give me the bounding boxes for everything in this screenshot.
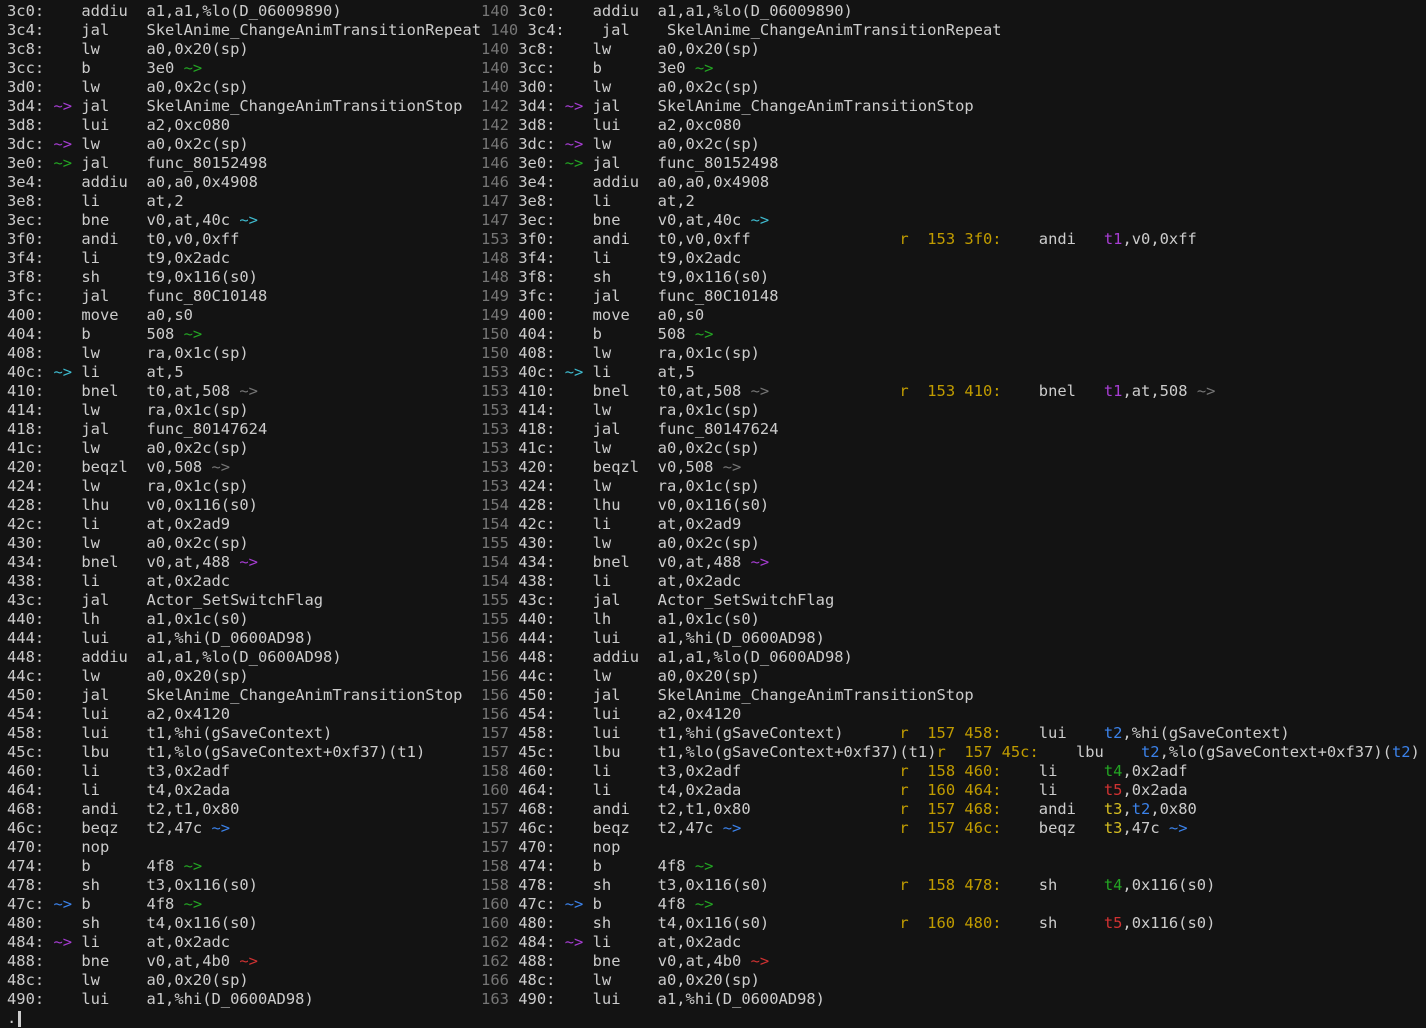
asm-diff-rows: 3c0: addiu a1,a1,%lo(D_06009890) 140 3c0… (7, 2, 1426, 1009)
asm-row: 448: addiu a1,a1,%lo(D_0600AD98) 156 448… (7, 648, 1426, 667)
asm-row: 45c: lbu t1,%lo(gSaveContext+0xf37)(t1) … (7, 743, 1426, 762)
asm-row: 488: bne v0,at,4b0 ~> 162 488: bne v0,at… (7, 952, 1426, 971)
asm-row: 430: lw a0,0x2c(sp) 155 430: lw a0,0x2c(… (7, 534, 1426, 553)
asm-row: 410: bnel t0,at,508 ~> 153 410: bnel t0,… (7, 382, 1426, 401)
asm-row: 3d0: lw a0,0x2c(sp) 140 3d0: lw a0,0x2c(… (7, 78, 1426, 97)
asm-row: 424: lw ra,0x1c(sp) 153 424: lw ra,0x1c(… (7, 477, 1426, 496)
asm-diff-terminal[interactable]: 3c0: addiu a1,a1,%lo(D_06009890) 140 3c0… (0, 0, 1426, 1021)
asm-row: 42c: li at,0x2ad9 154 42c: li at,0x2ad9 (7, 515, 1426, 534)
asm-row: 41c: lw a0,0x2c(sp) 153 41c: lw a0,0x2c(… (7, 439, 1426, 458)
asm-row: 420: beqzl v0,508 ~> 153 420: beqzl v0,5… (7, 458, 1426, 477)
asm-row: 46c: beqz t2,47c ~> 157 46c: beqz t2,47c… (7, 819, 1426, 838)
asm-row: 440: lh a1,0x1c(s0) 155 440: lh a1,0x1c(… (7, 610, 1426, 629)
asm-row: 40c: ~> li at,5 153 40c: ~> li at,5 (7, 363, 1426, 382)
asm-row: 490: lui a1,%hi(D_0600AD98) 163 490: lui… (7, 990, 1426, 1009)
asm-row: 480: sh t4,0x116(s0) 160 480: sh t4,0x11… (7, 914, 1426, 933)
asm-row: 43c: jal Actor_SetSwitchFlag 155 43c: ja… (7, 591, 1426, 610)
asm-row: 474: b 4f8 ~> 158 474: b 4f8 ~> (7, 857, 1426, 876)
asm-row: 470: nop 157 470: nop (7, 838, 1426, 857)
asm-row: 438: li at,0x2adc 154 438: li at,0x2adc (7, 572, 1426, 591)
asm-row: 460: li t3,0x2adf 158 460: li t3,0x2adf … (7, 762, 1426, 781)
asm-row: 468: andi t2,t1,0x80 157 468: andi t2,t1… (7, 800, 1426, 819)
asm-row: 3e4: addiu a0,a0,0x4908 146 3e4: addiu a… (7, 173, 1426, 192)
asm-row: 458: lui t1,%hi(gSaveContext) 157 458: l… (7, 724, 1426, 743)
asm-row: 3fc: jal func_80C10148 149 3fc: jal func… (7, 287, 1426, 306)
asm-row: 3c4: jal SkelAnime_ChangeAnimTransitionR… (7, 21, 1426, 40)
pager-prompt-row: . (7, 1009, 1426, 1028)
asm-row: 404: b 508 ~> 150 404: b 508 ~> (7, 325, 1426, 344)
asm-row: 454: lui a2,0x4120 156 454: lui a2,0x412… (7, 705, 1426, 724)
pager-prompt-char: . (7, 1009, 16, 1027)
asm-row: 414: lw ra,0x1c(sp) 153 414: lw ra,0x1c(… (7, 401, 1426, 420)
asm-row: 44c: lw a0,0x20(sp) 156 44c: lw a0,0x20(… (7, 667, 1426, 686)
asm-row: 3d4: ~> jal SkelAnime_ChangeAnimTransiti… (7, 97, 1426, 116)
asm-row: 3ec: bne v0,at,40c ~> 147 3ec: bne v0,at… (7, 211, 1426, 230)
asm-row: 3f0: andi t0,v0,0xff 153 3f0: andi t0,v0… (7, 230, 1426, 249)
asm-row: 3c0: addiu a1,a1,%lo(D_06009890) 140 3c0… (7, 2, 1426, 21)
asm-row: 3dc: ~> lw a0,0x2c(sp) 146 3dc: ~> lw a0… (7, 135, 1426, 154)
asm-row: 48c: lw a0,0x20(sp) 166 48c: lw a0,0x20(… (7, 971, 1426, 990)
asm-row: 484: ~> li at,0x2adc 162 484: ~> li at,0… (7, 933, 1426, 952)
text-cursor (18, 1011, 21, 1027)
asm-row: 3f8: sh t9,0x116(s0) 148 3f8: sh t9,0x11… (7, 268, 1426, 287)
asm-row: 450: jal SkelAnime_ChangeAnimTransitionS… (7, 686, 1426, 705)
asm-row: 408: lw ra,0x1c(sp) 150 408: lw ra,0x1c(… (7, 344, 1426, 363)
asm-row: 418: jal func_80147624 153 418: jal func… (7, 420, 1426, 439)
asm-row: 400: move a0,s0 149 400: move a0,s0 (7, 306, 1426, 325)
asm-row: 478: sh t3,0x116(s0) 158 478: sh t3,0x11… (7, 876, 1426, 895)
asm-row: 3c8: lw a0,0x20(sp) 140 3c8: lw a0,0x20(… (7, 40, 1426, 59)
asm-row: 3cc: b 3e0 ~> 140 3cc: b 3e0 ~> (7, 59, 1426, 78)
asm-row: 464: li t4,0x2ada 160 464: li t4,0x2ada … (7, 781, 1426, 800)
asm-row: 3e8: li at,2 147 3e8: li at,2 (7, 192, 1426, 211)
asm-row: 3e0: ~> jal func_80152498 146 3e0: ~> ja… (7, 154, 1426, 173)
asm-row: 3f4: li t9,0x2adc 148 3f4: li t9,0x2adc (7, 249, 1426, 268)
asm-row: 47c: ~> b 4f8 ~> 160 47c: ~> b 4f8 ~> (7, 895, 1426, 914)
asm-row: 3d8: lui a2,0xc080 142 3d8: lui a2,0xc08… (7, 116, 1426, 135)
asm-row: 428: lhu v0,0x116(s0) 154 428: lhu v0,0x… (7, 496, 1426, 515)
asm-row: 434: bnel v0,at,488 ~> 154 434: bnel v0,… (7, 553, 1426, 572)
asm-row: 444: lui a1,%hi(D_0600AD98) 156 444: lui… (7, 629, 1426, 648)
